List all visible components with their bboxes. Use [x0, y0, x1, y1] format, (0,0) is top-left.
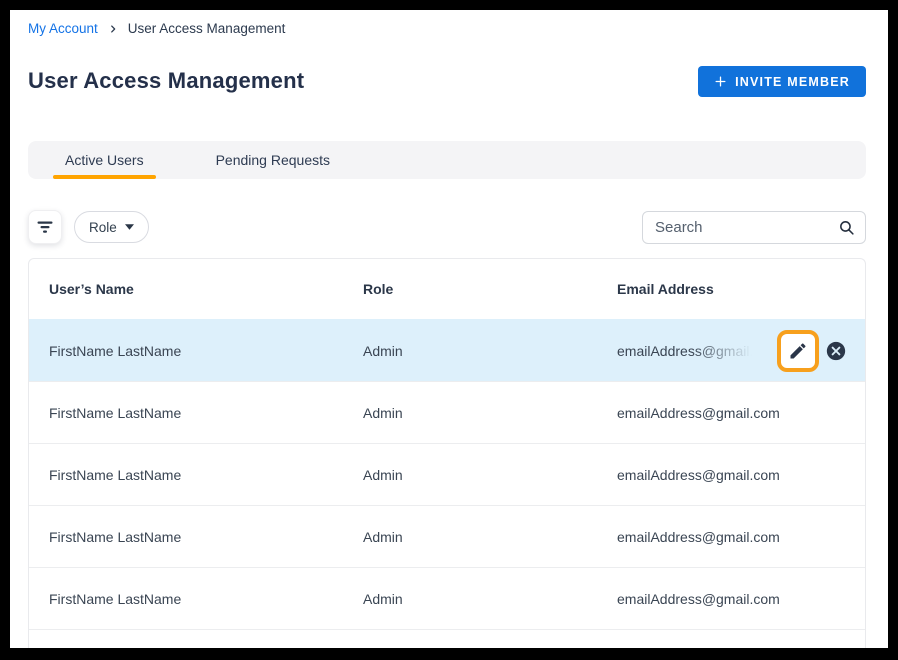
- table-row[interactable]: FirstName LastName Admin emailAddress@gm…: [29, 567, 865, 629]
- breadcrumb: My Account User Access Management: [28, 21, 285, 36]
- edit-button[interactable]: [777, 330, 819, 372]
- table-row[interactable]: FirstName LastName Admin emailAddress@gm…: [29, 505, 865, 567]
- user-table: User’s Name Role Email Address FirstName…: [28, 258, 866, 648]
- role-filter-label: Role: [89, 220, 117, 235]
- breadcrumb-link-my-account[interactable]: My Account: [28, 21, 98, 36]
- chevron-right-icon: [108, 24, 118, 34]
- pencil-icon: [788, 341, 808, 361]
- row-actions: [777, 320, 847, 381]
- role-cell: Admin: [363, 529, 617, 545]
- role-cell: Admin: [363, 343, 617, 359]
- role-cell: Admin: [363, 591, 617, 607]
- search-input[interactable]: [643, 219, 834, 236]
- invite-member-button[interactable]: INVITE MEMBER: [698, 66, 866, 97]
- search-icon[interactable]: [834, 219, 865, 236]
- filter-button[interactable]: [28, 210, 62, 244]
- user-name-cell: FirstName LastName: [49, 405, 363, 421]
- role-cell: Admin: [363, 467, 617, 483]
- column-header-role: Role: [363, 281, 617, 297]
- table-row-partial[interactable]: [29, 629, 865, 648]
- x-circle-icon: [825, 340, 847, 362]
- plus-icon: [714, 75, 727, 88]
- active-tab-indicator: [53, 175, 156, 179]
- user-name-cell: FirstName LastName: [49, 591, 363, 607]
- table-row[interactable]: FirstName LastName Admin emailAddress@gm…: [29, 381, 865, 443]
- email-cell: emailAddress@gmail.com: [617, 405, 865, 421]
- tab-pending-requests[interactable]: Pending Requests: [204, 141, 342, 179]
- breadcrumb-current: User Access Management: [128, 21, 286, 36]
- table-row[interactable]: FirstName LastName Admin emailAddress@gm…: [29, 319, 865, 381]
- page-title: User Access Management: [28, 68, 304, 94]
- user-name-cell: FirstName LastName: [49, 529, 363, 545]
- table-row[interactable]: FirstName LastName Admin emailAddress@gm…: [29, 443, 865, 505]
- user-name-cell: FirstName LastName: [49, 343, 363, 359]
- email-cell: emailAddress@gmail.com: [617, 529, 865, 545]
- role-filter-dropdown[interactable]: Role: [74, 211, 149, 243]
- email-cell: emailAddress@gmail.com: [617, 591, 865, 607]
- screenshot-frame: My Account User Access Management User A…: [0, 0, 898, 660]
- page: My Account User Access Management User A…: [10, 10, 888, 648]
- caret-down-icon: [125, 224, 134, 230]
- role-cell: Admin: [363, 405, 617, 421]
- email-cell: emailAddress@gmail.com: [617, 467, 865, 483]
- tab-label: Pending Requests: [216, 152, 330, 168]
- filter-icon: [36, 220, 54, 234]
- remove-user-button[interactable]: [825, 340, 847, 362]
- table-header: User’s Name Role Email Address: [29, 259, 865, 319]
- user-name-cell: FirstName LastName: [49, 467, 363, 483]
- tab-active-users[interactable]: Active Users: [53, 141, 156, 179]
- column-header-email-address: Email Address: [617, 281, 865, 297]
- search-box: [642, 211, 866, 244]
- invite-member-label: INVITE MEMBER: [735, 75, 850, 89]
- tab-bar: Active Users Pending Requests: [28, 141, 866, 179]
- email-text: emailAddress@gmail.com: [617, 343, 780, 359]
- column-header-users-name: User’s Name: [49, 281, 363, 297]
- tab-label: Active Users: [65, 152, 144, 168]
